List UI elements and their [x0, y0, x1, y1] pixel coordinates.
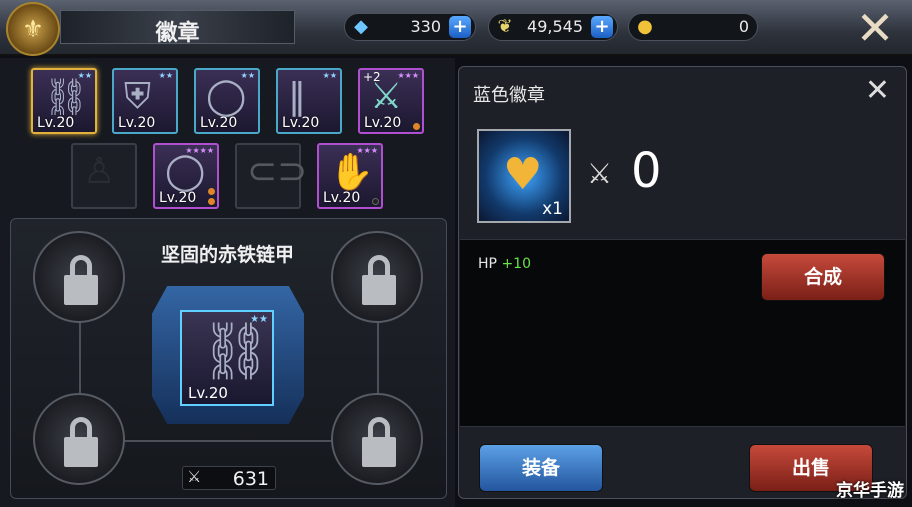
- top-bar: ⚜ 徽章 ◆ 330 + ❦ 49,545 + ● 0 ✕: [0, 0, 912, 56]
- inventory-slot-belt[interactable]: ⊂⊃: [235, 143, 307, 209]
- stat-line: HP +10: [478, 256, 531, 272]
- ring-icon: ◯: [206, 76, 247, 117]
- badge-count: 0: [631, 143, 662, 199]
- badge-item[interactable]: ♥ x1: [477, 129, 571, 223]
- lock-body: [362, 275, 396, 305]
- leaf-currency: ❦ 49,545 +: [488, 13, 618, 41]
- item-stars: ★★: [322, 71, 337, 80]
- item-level: Lv.20: [364, 115, 402, 131]
- body-silhouette-icon: ♙: [83, 151, 116, 192]
- connector-line: [120, 440, 335, 442]
- equip-button[interactable]: 装备: [479, 444, 603, 492]
- diamond-icon: ◆: [354, 16, 368, 37]
- chainmail-icon: ⛓: [200, 319, 272, 384]
- notification-dot: [413, 123, 420, 130]
- item-stars: ★★: [250, 314, 268, 325]
- sword-icon: ⚔: [187, 467, 202, 486]
- item-stars: ★★★: [356, 146, 378, 155]
- notification-dot: [208, 188, 215, 195]
- item-level: Lv.20: [37, 115, 75, 131]
- watermark: 京华手游: [836, 481, 904, 501]
- badge-detail-panel: 蓝色徽章 ✕ ♥ x1 ⚔ 0 HP +10 合成 装备 出售: [458, 66, 907, 499]
- power-value: 631: [232, 468, 269, 490]
- lock-body: [64, 437, 98, 467]
- connector-line: [377, 320, 379, 400]
- item-level: Lv.20: [159, 190, 197, 206]
- item-stars: ★★★★: [185, 146, 214, 155]
- page-title: 徽章: [155, 21, 200, 46]
- lock-body: [362, 437, 396, 467]
- notification-dot: [372, 198, 379, 205]
- leaf-value: 49,545: [527, 17, 583, 36]
- item-level: Lv.20: [200, 115, 238, 131]
- inventory-slot-armor[interactable]: ⛓ ★★ Lv.20: [31, 68, 97, 134]
- sword-icon: ⚔: [587, 157, 613, 190]
- item-level: Lv.20: [118, 115, 156, 131]
- coin-currency: ● 0: [628, 13, 758, 41]
- coin-icon: ●: [637, 16, 653, 37]
- diamond-value: 330: [410, 17, 441, 36]
- ring-icon: ◯: [165, 151, 206, 192]
- detail-title: 蓝色徽章: [473, 85, 545, 106]
- title-plate: 徽章: [60, 10, 295, 46]
- close-icon[interactable]: ✕: [852, 5, 898, 52]
- item-stars: ★★: [77, 71, 92, 80]
- greaves-icon: ‖: [288, 76, 306, 117]
- chainmail-icon: ⛓: [43, 77, 89, 118]
- add-diamond-button[interactable]: +: [449, 16, 471, 38]
- inventory-slot-ring[interactable]: ◯ ★★ Lv.20: [194, 68, 260, 134]
- locked-slot-top-right[interactable]: [331, 231, 423, 323]
- inventory-slot-greaves[interactable]: ‖ ★★ Lv.20: [276, 68, 342, 134]
- item-level: Lv.20: [188, 384, 228, 402]
- notification-dot: [208, 198, 215, 205]
- add-leaf-button[interactable]: +: [591, 16, 613, 38]
- inventory-slot-body[interactable]: ♙: [71, 143, 137, 209]
- armor-plate-icon: ⛨: [124, 76, 152, 117]
- gloves-icon: ✋: [329, 152, 374, 193]
- locked-slot-bottom-left[interactable]: [33, 393, 125, 485]
- heart-cross-icon: ♥: [503, 149, 543, 200]
- item-level: Lv.20: [282, 115, 320, 131]
- close-icon[interactable]: ✕: [865, 73, 890, 108]
- equip-item-title: 坚固的赤铁链甲: [160, 244, 294, 266]
- inventory-slot-gloves[interactable]: ✋ ★★★ Lv.20: [317, 143, 383, 209]
- diamond-currency: ◆ 330 +: [344, 13, 476, 41]
- item-stars: ★★: [158, 71, 173, 80]
- inventory-slot-weapon[interactable]: ⚔ +2 ★★★ Lv.20: [358, 68, 424, 134]
- leaf-icon: ❦: [497, 16, 513, 37]
- coin-value: 0: [738, 17, 749, 36]
- enhance-level: +2: [363, 70, 381, 84]
- badge-quantity: x1: [542, 199, 563, 219]
- item-stars: ★★★: [397, 71, 419, 80]
- belt-icon: ⊂⊃: [247, 151, 308, 192]
- item-stars: ★★: [240, 71, 255, 80]
- stat-value: +10: [501, 256, 531, 272]
- connector-line: [79, 320, 81, 400]
- locked-slot-bottom-right[interactable]: [331, 393, 423, 485]
- inventory-slot-armor-plate[interactable]: ⛨ ★★ Lv.20: [112, 68, 178, 134]
- stat-label: HP: [478, 256, 497, 272]
- inventory-slot-ring-2[interactable]: ◯ ★★★★ Lv.20: [153, 143, 219, 209]
- combine-button[interactable]: 合成: [761, 253, 885, 301]
- power-display: ⚔ 631: [182, 466, 276, 490]
- lock-body: [64, 275, 98, 305]
- helmet-crest-icon: ⚜: [6, 2, 60, 56]
- locked-slot-top-left[interactable]: [33, 231, 125, 323]
- item-level: Lv.20: [323, 190, 361, 206]
- equipped-item[interactable]: ⛓ ★★ Lv.20: [180, 310, 274, 406]
